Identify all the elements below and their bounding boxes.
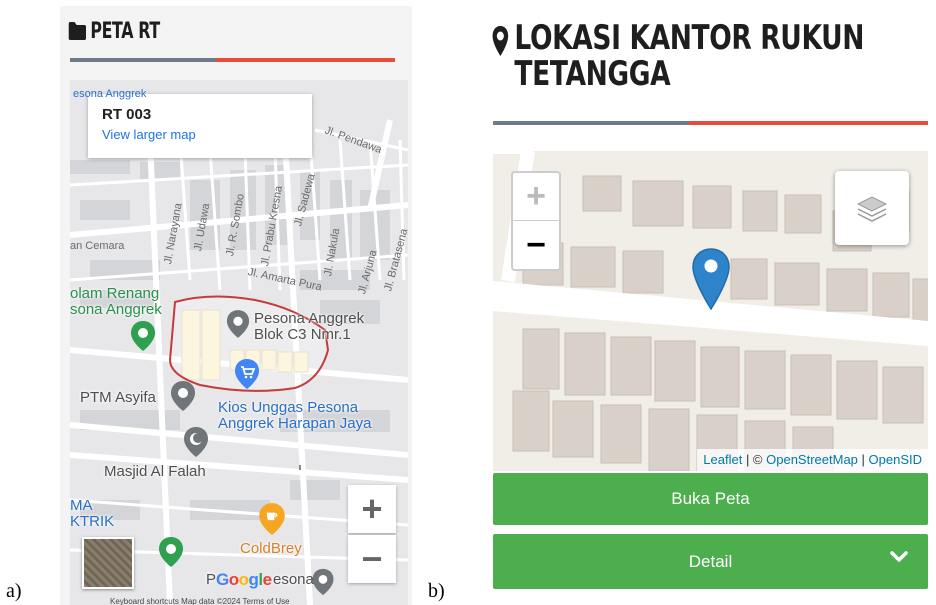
detail-label: Detail [688,551,733,571]
map-info-card: RT 003 View larger map [88,94,312,158]
poi-ptm-asyifa[interactable]: PTM Asyifa [80,390,156,406]
panel-lokasi-kantor: LOKASI KANTOR RUKUN TETANGGA + − Leaflet… [483,6,936,605]
zoom-in-button[interactable]: + [348,485,396,533]
view-larger-map-link[interactable]: View larger map [102,127,298,142]
widget-title-lokasi: LOKASI KANTOR RUKUN TETANGGA [491,20,928,92]
chevron-down-icon [890,551,908,562]
attribution-separator: | © [742,452,767,467]
mosque-pin-icon[interactable] [183,426,209,458]
leaflet-link[interactable]: Leaflet [703,452,742,467]
map-marker-icon [492,26,509,56]
map-pin-icon[interactable] [130,320,156,352]
widget-title-text: LOKASI KANTOR RUKUN TETANGGA [514,18,865,94]
layers-button[interactable] [835,171,909,245]
poi-kolam-renang[interactable]: olam Renang sona Anggrek [70,286,162,318]
folder-icon [68,22,86,40]
zoom-in-button[interactable]: + [513,173,559,221]
map-footer: Keyboard shortcuts Map data ©2024 Terms … [110,597,290,605]
poi-ma-elektrik[interactable]: MA KTRIK [70,498,114,530]
poi-pesona-bottom: P [206,571,217,588]
panel-label-b: b) [428,580,445,602]
cafe-pin-icon[interactable] [258,502,286,536]
poi-pesona-anggrek-blok[interactable]: Pesona Anggrek Blok C3 Nmr.1 [254,311,364,343]
shopping-cart-pin-icon[interactable] [234,358,260,390]
panel-peta-rt: PETA RT RT 003 View larger map esona Ang… [60,6,412,605]
map-marker-pin-icon[interactable] [691,247,731,313]
poi-pesona-bottom-2: esona [273,571,314,588]
poi-coldbrey[interactable]: ColdBrey [240,541,302,557]
zoom-out-button[interactable]: − [513,221,559,269]
zoom-out-button[interactable]: − [348,535,396,583]
google-logo: Google [216,570,272,589]
satellite-view-toggle[interactable] [82,537,134,589]
google-map[interactable]: RT 003 View larger map esona Anggrek Jl.… [70,80,408,605]
map-pin-icon [312,568,334,596]
panel-label-a: a) [6,580,22,602]
openstreetmap-link[interactable]: OpenStreetMap [766,452,858,467]
poi-kios-unggas[interactable]: Kios Unggas Pesona Anggrek Harapan Jaya [218,400,371,432]
open-map-label: Buka Peta [671,489,750,508]
open-map-button[interactable]: Buka Peta [493,473,928,525]
map-pin-icon[interactable] [170,380,196,412]
poi-masjid-al-falah[interactable]: Masjid Al Falah [104,464,206,480]
zoom-control: + − [511,171,561,271]
map-pin-icon[interactable] [158,536,184,568]
street-label: esona Anggrek [73,88,147,100]
rt-name: RT 003 [102,106,152,123]
widget-title-peta-rt: PETA RT [68,16,160,46]
opensid-link[interactable]: OpenSID [869,452,922,467]
street-label: an Cemara [70,240,125,252]
title-divider [493,121,928,125]
attribution-separator: | [857,452,869,467]
widget-title-text: PETA RT [90,18,160,44]
map-attribution: Leaflet | © OpenStreetMap | OpenSID [697,449,928,471]
title-divider [70,58,395,62]
leaflet-map[interactable]: + − Leaflet | © OpenStreetMap | OpenSID [493,151,928,471]
map-pin-icon[interactable] [226,309,250,339]
layers-icon [856,196,888,222]
detail-button[interactable]: Detail [493,534,928,589]
